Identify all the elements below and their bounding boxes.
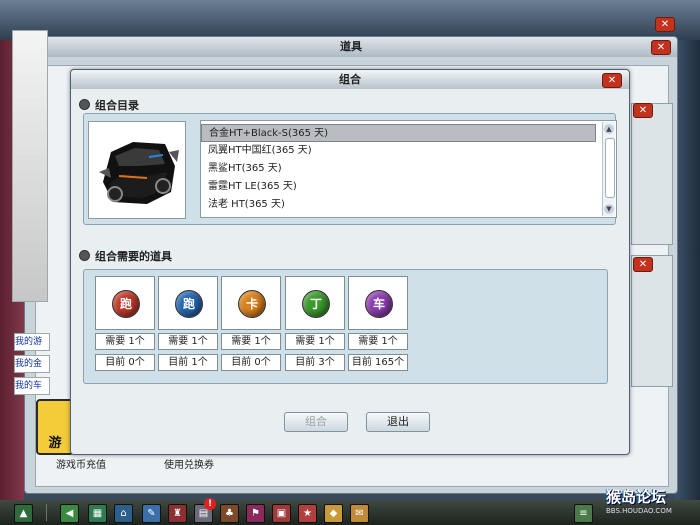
catalog-scrollbar[interactable]: ▲ ▼ xyxy=(602,122,615,216)
need-count: 需要 1个 xyxy=(158,333,218,350)
need-count: 需要 1个 xyxy=(285,333,345,350)
current-count: 目前 165个 xyxy=(348,354,408,371)
side-panel-close-button-2[interactable]: ✕ xyxy=(633,257,653,272)
outer-close-button[interactable]: ✕ xyxy=(655,17,675,32)
required-section-header: 组合需要的道具 xyxy=(79,248,172,264)
purple-car-badge-icon: 车 xyxy=(365,290,393,318)
catalog-item[interactable]: 凤翼HT中国红(365 天) xyxy=(201,142,596,160)
scroll-up-icon[interactable]: ▲ xyxy=(604,124,614,134)
black-car-icon xyxy=(99,142,179,204)
scroll-down-icon[interactable]: ▼ xyxy=(604,204,614,214)
items-window-close-button[interactable]: ✕ xyxy=(651,40,671,55)
required-section-label: 组合需要的道具 xyxy=(95,250,172,263)
shop-icon[interactable]: ▦ xyxy=(88,504,107,523)
bullet-icon xyxy=(79,250,90,261)
side-link-3[interactable]: 我的车 xyxy=(14,377,50,395)
combine-dialog-close-button[interactable]: ✕ xyxy=(602,73,622,88)
catalog-section-header: 组合目录 xyxy=(79,97,139,113)
current-count: 目前 1个 xyxy=(158,354,218,371)
taskbar: ▲ ◀ ▦ ⌂ ✎ ♜ ▤ ♣ ⚑ ▣ ★ ◆ ✉ ≡ ! xyxy=(0,498,700,525)
mail-icon[interactable]: ✉ xyxy=(350,504,369,523)
forum-watermark-url: BBS.HOUDAO.COM xyxy=(606,507,672,515)
tools-icon[interactable]: ✎ xyxy=(142,504,161,523)
red-run-badge-icon: 跑 xyxy=(112,290,140,318)
alert-badge-icon: ! xyxy=(204,498,216,510)
home-icon[interactable]: ⌂ xyxy=(114,504,133,523)
catalog-item[interactable]: 合金HT+Black-S(365 天) xyxy=(201,124,596,142)
item-slot[interactable]: 卡 xyxy=(221,276,281,330)
orange-card-badge-icon: 卡 xyxy=(238,290,266,318)
group-icon[interactable]: ♣ xyxy=(220,504,239,523)
catalog-item[interactable]: 法老 HT(365 天) xyxy=(201,196,596,214)
need-count: 需要 1个 xyxy=(348,333,408,350)
taskbar-separator xyxy=(46,504,47,521)
combine-dialog-title: 组合 xyxy=(71,70,629,89)
trophy-icon[interactable]: ♜ xyxy=(168,504,187,523)
start-icon[interactable]: ▲ xyxy=(14,504,33,523)
stars-icon[interactable]: ★ xyxy=(298,504,317,523)
combine-button[interactable]: 组合 xyxy=(284,412,348,432)
side-link-2[interactable]: 我的金 xyxy=(14,355,50,373)
chat-icon[interactable]: ◆ xyxy=(324,504,343,523)
item-slot[interactable]: 跑 xyxy=(158,276,218,330)
side-panel-close-button[interactable]: ✕ xyxy=(633,103,653,118)
scroll-thumb[interactable] xyxy=(605,138,615,198)
item-slot[interactable]: 丁 xyxy=(285,276,345,330)
book-icon[interactable]: ▣ xyxy=(272,504,291,523)
right-side-panel-upper xyxy=(631,103,673,245)
game-background-top xyxy=(0,0,700,40)
character-portrait xyxy=(12,30,48,302)
combine-dialog: 组合 ✕ 组合目录 合金HT+Black-S(365 天) 凤翼HT中国红(36… xyxy=(70,69,630,455)
need-count: 需要 1个 xyxy=(95,333,155,350)
required-items-panel: 跑 需要 1个 目前 0个 跑 需要 1个 目前 1个 卡 需要 1个 目前 0… xyxy=(83,269,608,384)
use-voucher-link[interactable]: 使用兑换券 xyxy=(164,456,214,471)
game-coin-label: 游 xyxy=(48,436,62,451)
exit-button[interactable]: 退出 xyxy=(366,412,430,432)
current-count: 目前 3个 xyxy=(285,354,345,371)
combo-catalog-list: 合金HT+Black-S(365 天) 凤翼HT中国红(365 天) 黑鲨HT(… xyxy=(200,120,617,218)
forum-watermark: 猴岛论坛 xyxy=(606,488,667,506)
green-ding-badge-icon: 丁 xyxy=(302,290,330,318)
current-count: 目前 0个 xyxy=(221,354,281,371)
items-window-title: 道具 xyxy=(25,37,677,57)
side-link-1[interactable]: 我的游 xyxy=(14,333,50,351)
bullet-icon xyxy=(79,99,90,110)
catalog-section-label: 组合目录 xyxy=(95,99,139,112)
need-count: 需要 1个 xyxy=(221,333,281,350)
current-count: 目前 0个 xyxy=(95,354,155,371)
car-preview xyxy=(88,121,186,219)
list-icon[interactable]: ≡ xyxy=(574,504,593,523)
back-arrow-icon[interactable]: ◀ xyxy=(60,504,79,523)
item-slot[interactable]: 跑 xyxy=(95,276,155,330)
catalog-item[interactable]: 雷霆HT LE(365 天) xyxy=(201,178,596,196)
game-background-right xyxy=(676,40,700,500)
flag-icon[interactable]: ⚑ xyxy=(246,504,265,523)
right-side-panel-lower xyxy=(631,255,673,387)
item-slot[interactable]: 车 xyxy=(348,276,408,330)
blue-run-badge-icon: 跑 xyxy=(175,290,203,318)
catalog-item[interactable]: 黑鲨HT(365 天) xyxy=(201,160,596,178)
game-coin-icon[interactable]: 游 xyxy=(36,399,74,455)
game-coin-recharge-link[interactable]: 游戏币充值 xyxy=(56,456,106,471)
